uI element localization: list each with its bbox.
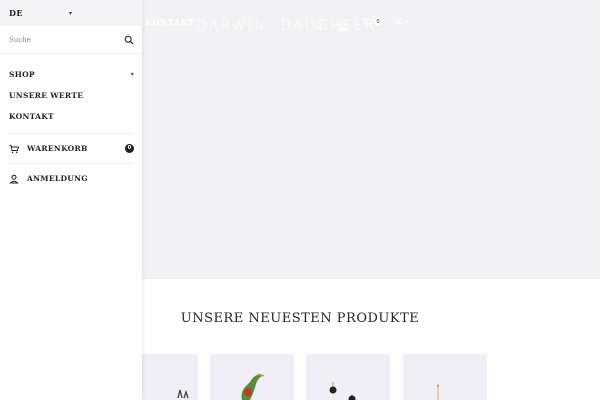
section-title-text: UNSERE NEUESTEN PRODUKTE: [180, 311, 420, 326]
language-selector[interactable]: DE ▾: [0, 0, 142, 26]
menu-item-unsere-werte[interactable]: UNSERE WERTE: [0, 85, 142, 106]
cart-icon: [9, 144, 19, 153]
header-cart-count: 0: [374, 18, 382, 26]
product-card[interactable]: [403, 354, 487, 400]
cart-count-badge: 0: [125, 144, 134, 153]
drawer-menu: SHOP ▾ UNSERE WERTE KONTAKT: [0, 54, 142, 127]
login-label: ANMELDUNG: [27, 174, 88, 183]
chevron-down-icon[interactable]: ▾: [131, 71, 134, 78]
chevron-down-icon: ▾: [68, 9, 72, 17]
product-card[interactable]: [306, 354, 390, 400]
search-input[interactable]: Suche: [9, 36, 31, 44]
login-link[interactable]: ANMELDUNG: [0, 164, 142, 193]
cart-link[interactable]: WARENKORB 0: [0, 134, 142, 163]
product-card[interactable]: [210, 354, 294, 400]
header-language-switch[interactable]: DE ▾: [394, 19, 408, 26]
language-label: DE: [9, 8, 23, 18]
header-cart[interactable]: 0: [362, 17, 382, 27]
menu-item-label: UNSERE WERTE: [9, 91, 84, 100]
header-language-label: DE: [394, 18, 403, 26]
user-icon[interactable]: [338, 16, 350, 31]
user-icon: [9, 174, 19, 183]
product-image: [241, 373, 265, 400]
chevron-down-icon: ▾: [405, 19, 408, 25]
cart-icon: [362, 18, 372, 27]
search-icon[interactable]: [124, 35, 134, 45]
product-image: [436, 384, 440, 400]
cart-label: WARENKORB: [27, 144, 88, 153]
menu-item-shop[interactable]: SHOP ▾: [0, 64, 142, 85]
search-bar[interactable]: Suche: [0, 26, 142, 54]
menu-item-label: KONTAKT: [9, 112, 54, 121]
nav-link-kontakt[interactable]: KONTAKT: [145, 17, 195, 27]
menu-item-kontakt[interactable]: KONTAKT: [0, 106, 142, 127]
product-image: [329, 382, 356, 400]
header-icons: 0 DE ▾: [314, 16, 408, 31]
menu-item-label: SHOP: [9, 70, 35, 79]
mobile-menu-drawer: DE ▾ Suche SHOP ▾ UNSERE WERTE KONTAKT W…: [0, 0, 142, 400]
search-icon[interactable]: [314, 16, 326, 31]
cart-link-content: WARENKORB: [9, 144, 88, 154]
